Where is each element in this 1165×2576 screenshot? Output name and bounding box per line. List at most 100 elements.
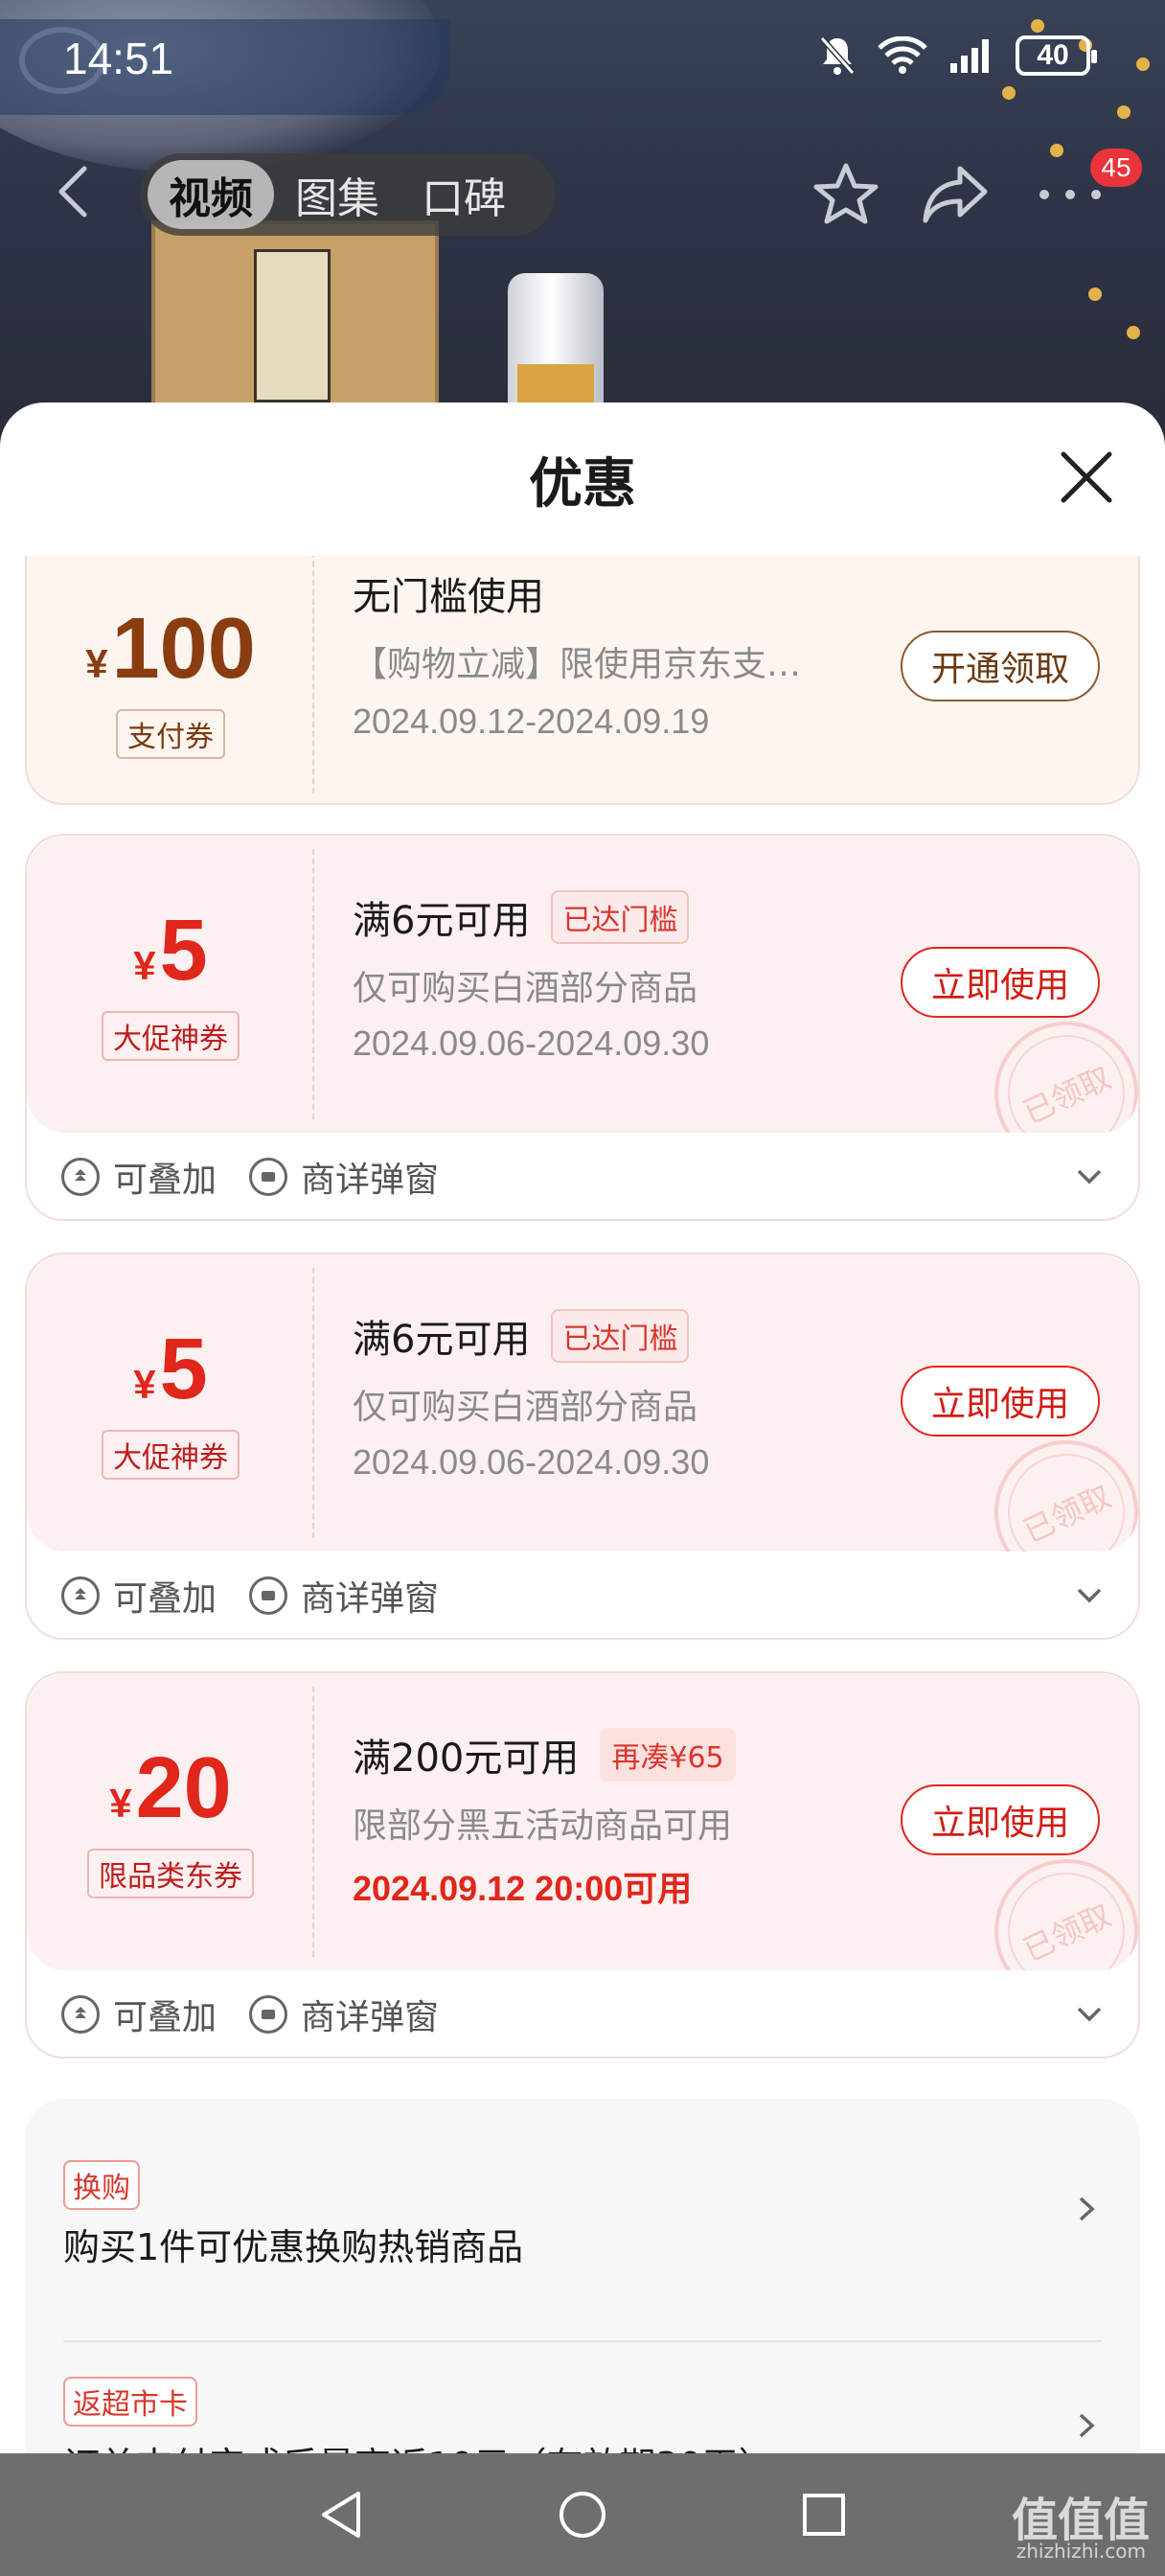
tab-reviews[interactable]: 口碑 xyxy=(400,160,527,229)
chevron-down-icon[interactable] xyxy=(1075,1162,1104,1190)
favorite-star-icon[interactable] xyxy=(812,161,879,228)
coupon-value: ¥ 20 限品类东券 xyxy=(27,1673,314,1970)
stack-icon xyxy=(61,1576,100,1615)
share-icon[interactable] xyxy=(922,163,989,226)
status-icons: 40 xyxy=(818,34,1097,77)
coupon-available-time: 2024.09.12 20:00可用 xyxy=(353,1869,693,1908)
sheet-header: 优惠 xyxy=(0,402,1165,556)
coupon-main: ¥ 5 大促神券 满6元可用 已达门槛 仅可购买白酒部分商品 2024.09.0… xyxy=(27,1254,1138,1552)
use-now-button[interactable]: 立即使用 xyxy=(901,1366,1100,1437)
coupon-card-pay: ¥ 100 支付券 无门槛使用 【购物立减】限使用京东支… 2024.09.12… xyxy=(25,556,1140,805)
promo-tag-exchange: 换购 xyxy=(63,2160,140,2210)
coupon-type-tag: 大促神券 xyxy=(102,1011,240,1061)
popup-info: 商详弹窗 xyxy=(249,1990,439,2039)
watermark-url: zhizhizhi.com xyxy=(1016,2540,1146,2563)
coupon-value: ¥ 100 支付券 xyxy=(27,556,314,803)
mute-bell-icon xyxy=(819,36,856,75)
home-circle-icon[interactable] xyxy=(554,2486,611,2543)
currency-symbol: ¥ xyxy=(133,943,156,988)
popup-info: 商详弹窗 xyxy=(249,1152,439,1202)
currency-symbol: ¥ xyxy=(85,641,108,686)
coupon-amount: ¥ 5 xyxy=(133,908,207,994)
coupon-desc: 限部分黑五活动商品可用 xyxy=(353,1806,733,1846)
amount-value: 5 xyxy=(159,903,208,999)
promo-tag-card: 返超市卡 xyxy=(63,2377,197,2426)
promo-text-card[interactable]: 订单支付完成后最高返10元（有效期30天） xyxy=(63,2436,775,2453)
coupon-divider xyxy=(312,849,314,1119)
divider xyxy=(63,2340,1102,2342)
tab-gallery[interactable]: 图集 xyxy=(274,160,400,229)
popup-label: 商详弹窗 xyxy=(301,1579,440,1619)
stackable-info: 可叠加 xyxy=(61,1990,217,2039)
signal-icon xyxy=(950,39,989,73)
coupon-footer: 可叠加 商详弹窗 xyxy=(27,1970,1138,2057)
use-now-button[interactable]: 立即使用 xyxy=(901,1784,1100,1855)
coupon-card: ¥ 5 大促神券 满6元可用 已达门槛 仅可购买白酒部分商品 2024.09.0… xyxy=(25,1253,1140,1640)
coupon-amount: ¥ 100 xyxy=(85,606,256,692)
stackable-info: 可叠加 xyxy=(61,1152,217,1202)
coupon-title: 满200元可用 再凑¥65 xyxy=(353,1727,736,1782)
more-options-icon[interactable] xyxy=(1037,188,1104,201)
more-notification-badge: 45 xyxy=(1090,149,1142,187)
product-box-label xyxy=(254,249,331,402)
battery-indicator: 40 xyxy=(1016,35,1097,76)
ticket-icon xyxy=(249,1576,288,1615)
back-triangle-icon[interactable] xyxy=(312,2486,370,2543)
threshold-badge: 已达门槛 xyxy=(551,890,690,944)
coupon-title: 无门槛使用 xyxy=(353,565,544,621)
offers-sheet: 优惠 ¥ 100 支付券 无门槛使用 【购物立减】限使用京东支… 2024.09… xyxy=(0,402,1165,2453)
promo-text-exchange[interactable]: 购买1件可优惠换购热销商品 xyxy=(63,2218,523,2270)
coupon-main: ¥ 5 大促神券 满6元可用 已达门槛 仅可购买白酒部分商品 2024.09.0… xyxy=(27,836,1138,1133)
amount-value: 100 xyxy=(111,601,256,697)
amount-value: 5 xyxy=(159,1322,208,1417)
ticket-icon xyxy=(249,1158,288,1196)
tab-video[interactable]: 视频 xyxy=(148,160,274,229)
coupon-amount: ¥ 5 xyxy=(133,1326,207,1413)
currency-symbol: ¥ xyxy=(133,1362,156,1407)
threshold-badge: 已达门槛 xyxy=(551,1309,690,1363)
popup-label: 商详弹窗 xyxy=(301,1998,440,2037)
coupon-type-tag: 限品类东券 xyxy=(87,1849,254,1898)
coupon-date: 2024.09.06-2024.09.30 xyxy=(353,1024,710,1063)
stackable-info: 可叠加 xyxy=(61,1571,217,1621)
chevron-down-icon[interactable] xyxy=(1075,1999,1104,2028)
chevron-right-icon[interactable] xyxy=(1075,2193,1098,2225)
use-now-button[interactable]: 立即使用 xyxy=(901,947,1100,1018)
amount-value: 20 xyxy=(135,1740,232,1836)
system-nav-bar xyxy=(0,2453,1165,2576)
popup-label: 商详弹窗 xyxy=(301,1161,440,1200)
coupon-divider xyxy=(312,1268,314,1538)
coupon-divider xyxy=(312,1687,314,1957)
coupon-type-tag: 支付券 xyxy=(116,709,225,759)
popup-info: 商详弹窗 xyxy=(249,1571,439,1621)
chevron-right-icon[interactable] xyxy=(1075,2409,1098,2442)
watermark-sub: zhizhizhi.com xyxy=(1017,2540,1146,2563)
wifi-icon xyxy=(878,36,927,74)
stackable-label: 可叠加 xyxy=(113,1161,217,1200)
coupon-desc: 仅可购买白酒部分商品 xyxy=(353,969,698,1008)
coupon-title: 满6元可用 已达门槛 xyxy=(353,889,690,945)
recents-square-icon[interactable] xyxy=(795,2486,853,2543)
back-arrow-icon[interactable] xyxy=(54,163,92,220)
ticket-icon xyxy=(249,1995,288,2034)
coupon-footer: 可叠加 商详弹窗 xyxy=(27,1552,1138,1638)
coupon-amount: ¥ 20 xyxy=(109,1745,231,1831)
claim-button[interactable]: 开通领取 xyxy=(901,631,1100,702)
offers-list[interactable]: ¥ 100 支付券 无门槛使用 【购物立减】限使用京东支… 2024.09.12… xyxy=(0,556,1165,2453)
promotions-card: 换购 购买1件可优惠换购热销商品 返超市卡 订单支付完成后最高返10元（有效期3… xyxy=(25,2099,1140,2453)
stack-icon xyxy=(61,1158,100,1196)
chevron-down-icon[interactable] xyxy=(1075,1580,1104,1609)
coupon-divider xyxy=(312,556,314,794)
sheet-title: 优惠 xyxy=(529,453,636,516)
coupon-date: 2024.09.06-2024.09.30 xyxy=(353,1442,710,1482)
coupon-card: ¥ 20 限品类东券 满200元可用 再凑¥65 限部分黑五活动商品可用 202… xyxy=(25,1671,1140,2058)
coupon-title: 满6元可用 已达门槛 xyxy=(353,1308,690,1364)
media-tabs: 视频 图集 口碑 xyxy=(140,153,556,236)
close-icon[interactable] xyxy=(1058,448,1115,506)
coupon-card: ¥ 5 大促神券 满6元可用 已达门槛 仅可购买白酒部分商品 2024.09.0… xyxy=(25,834,1140,1221)
coupon-desc: 【购物立减】限使用京东支… xyxy=(353,645,802,684)
coupon-value: ¥ 5 大促神券 xyxy=(27,836,314,1133)
coupon-value: ¥ 5 大促神券 xyxy=(27,1254,314,1552)
shortfall-badge: 再凑¥65 xyxy=(600,1728,736,1782)
stackable-label: 可叠加 xyxy=(113,1998,217,2037)
